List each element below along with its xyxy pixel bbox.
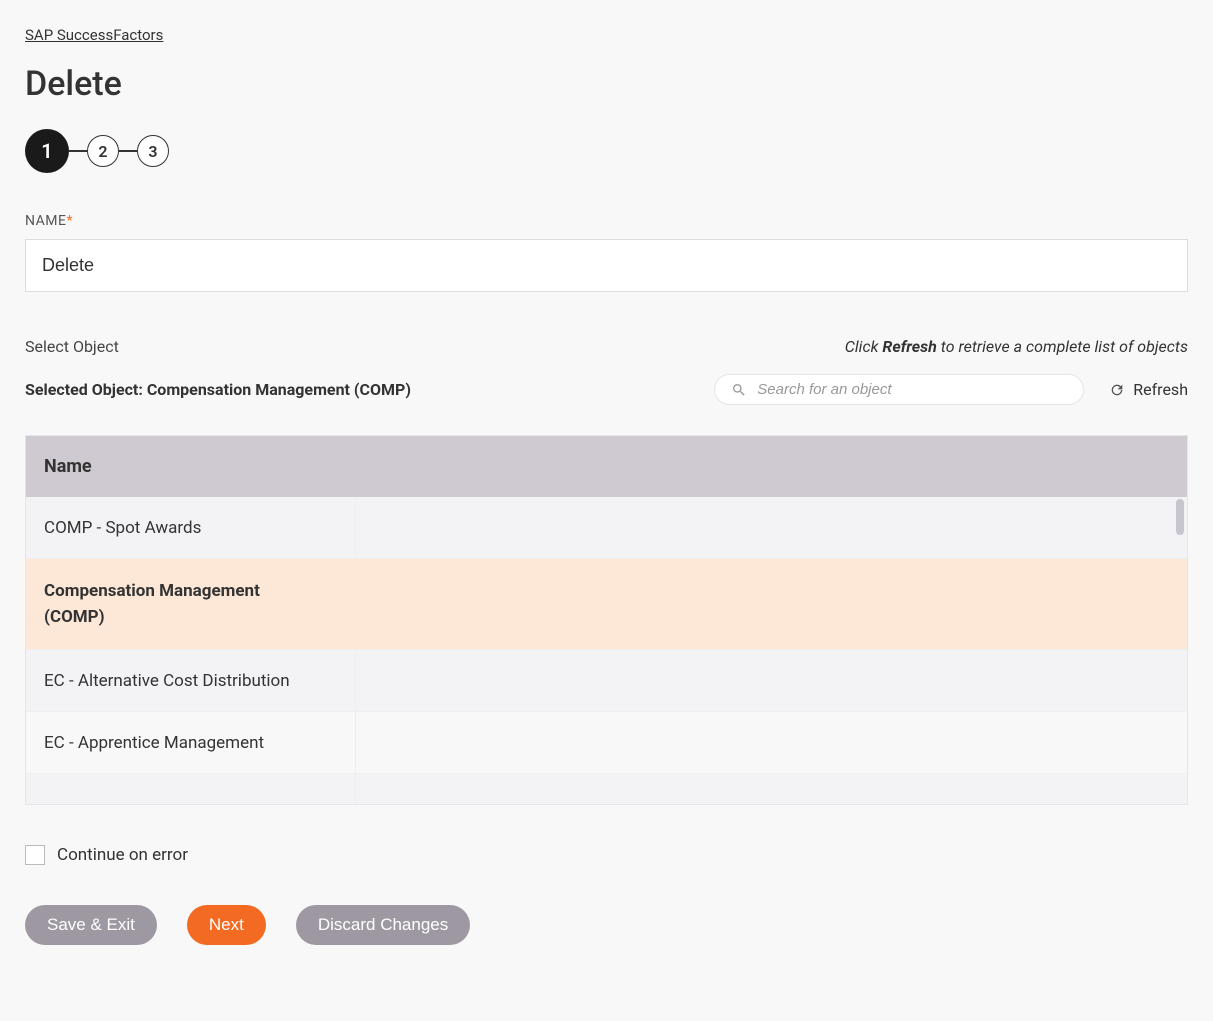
refresh-hint: Click Refresh to retrieve a complete lis… (845, 337, 1188, 356)
step-1[interactable]: 1 (25, 129, 69, 173)
name-field-label: NAME* (25, 213, 1188, 229)
table-row[interactable]: EC - Alternative Cost Distribution (26, 650, 1187, 712)
refresh-button[interactable]: Refresh (1109, 380, 1188, 399)
name-input[interactable] (25, 239, 1188, 292)
table-row[interactable] (26, 774, 1187, 804)
refresh-icon (1109, 382, 1125, 398)
next-button[interactable]: Next (187, 905, 266, 945)
table-row[interactable]: EC - Apprentice Management (26, 712, 1187, 774)
scrollbar[interactable] (1173, 497, 1187, 804)
required-indicator: * (66, 213, 73, 229)
object-name-cell: EC - Apprentice Management (26, 712, 356, 773)
table-header-name: Name (26, 436, 1187, 497)
selected-object-text: Selected Object: Compensation Management… (25, 380, 411, 399)
object-name-cell: Compensation Management (COMP) (26, 559, 356, 649)
table-row[interactable]: COMP - Spot Awards (26, 497, 1187, 559)
step-3[interactable]: 3 (137, 135, 169, 167)
object-name-cell (26, 774, 356, 804)
breadcrumb[interactable]: SAP SuccessFactors (25, 26, 163, 44)
continue-on-error-label: Continue on error (57, 845, 188, 865)
scrollbar-thumb[interactable] (1176, 499, 1184, 535)
search-wrapper (714, 374, 1084, 405)
discard-changes-button[interactable]: Discard Changes (296, 905, 470, 945)
object-name-cell: COMP - Spot Awards (26, 497, 356, 558)
table-row-selected[interactable]: Compensation Management (COMP) (26, 559, 1187, 650)
object-table: Name COMP - Spot Awards Compensation Man… (25, 435, 1188, 805)
wizard-stepper: 1 2 3 (25, 129, 1188, 173)
step-separator (69, 150, 87, 152)
save-exit-button[interactable]: Save & Exit (25, 905, 157, 945)
step-2[interactable]: 2 (87, 135, 119, 167)
search-input[interactable] (757, 381, 1067, 398)
step-separator (119, 150, 137, 152)
table-body: COMP - Spot Awards Compensation Manageme… (26, 497, 1187, 804)
object-name-cell: EC - Alternative Cost Distribution (26, 650, 356, 711)
continue-on-error-checkbox[interactable] (25, 845, 45, 865)
page-title: Delete (25, 64, 1188, 104)
search-icon (731, 382, 747, 398)
refresh-label: Refresh (1133, 380, 1188, 399)
select-object-label: Select Object (25, 337, 119, 356)
